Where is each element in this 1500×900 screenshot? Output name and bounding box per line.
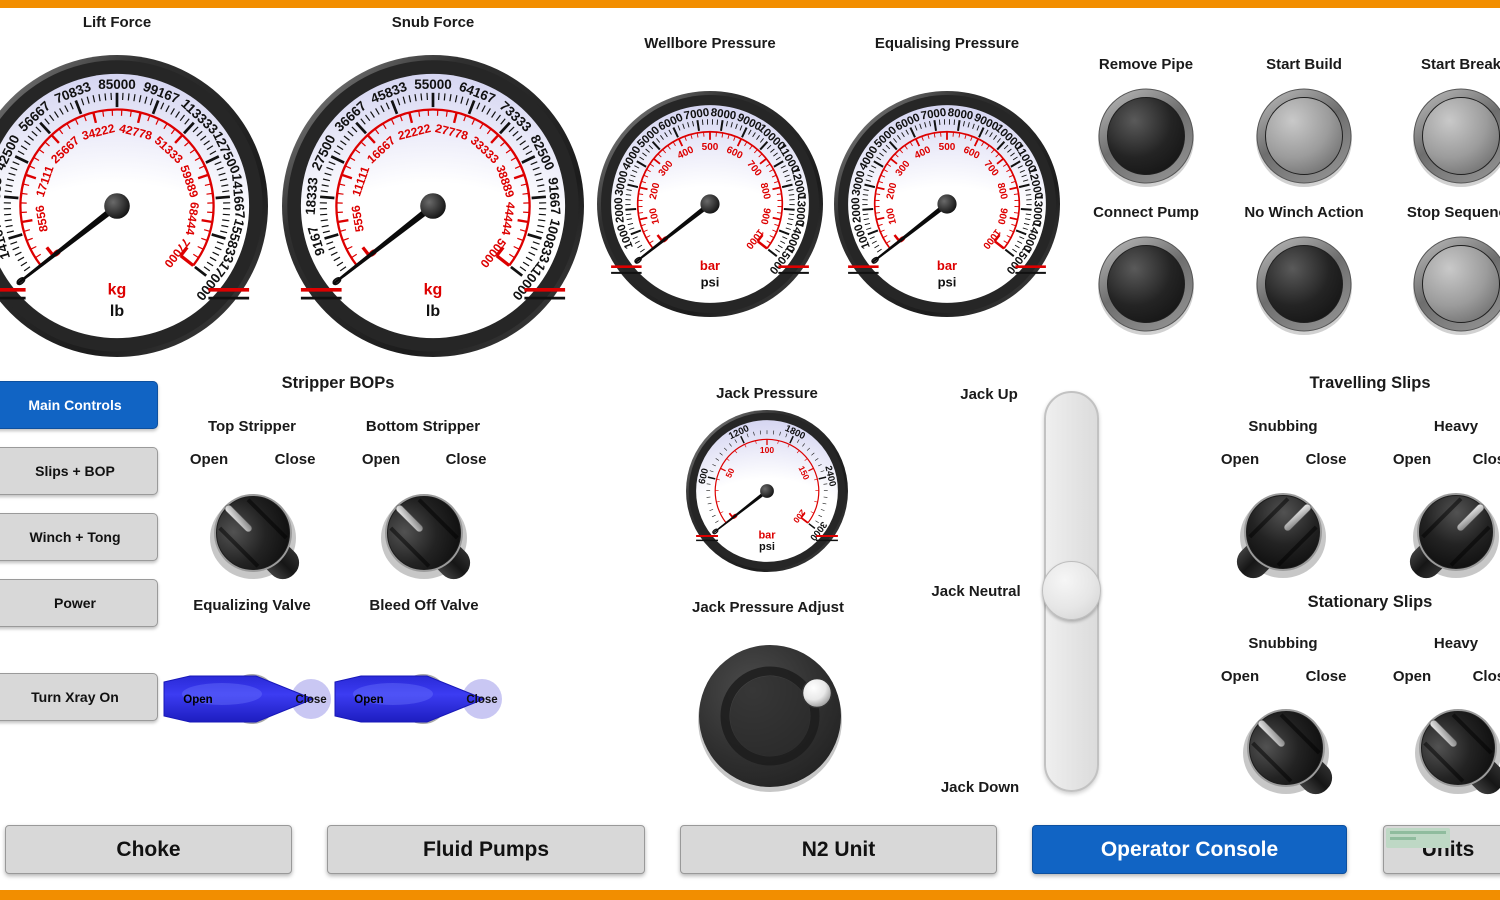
section-title-stripper-bops: Stripper BOPs (282, 374, 395, 393)
pushbutton-label-start-break: Start Break (1421, 56, 1500, 73)
pushbutton-label-remove-pipe: Remove Pipe (1099, 56, 1193, 73)
svg-text:bar: bar (700, 258, 720, 273)
label-jack-up: Jack Up (960, 386, 1018, 403)
gauge-title-wellbore-pressure: Wellbore Pressure (644, 35, 775, 52)
svg-text:91667: 91667 (545, 177, 563, 216)
svg-text:kg: kg (424, 281, 443, 298)
operator-console-screen: Lift Force Snub Force Wellbore Pressure … (0, 0, 1500, 900)
units-badge-indicator (1386, 828, 1450, 848)
knob-travelling-heavy[interactable] (1386, 462, 1500, 607)
sidebar-item-turn-xray-on[interactable]: Turn Xray On (0, 673, 158, 721)
label-equalizing-valve: Equalizing Valve (193, 597, 311, 614)
jack-slider-knob[interactable] (1042, 561, 1101, 620)
sidebar-item-winch-tong[interactable]: Winch + Tong (0, 513, 158, 561)
pushbutton-start-break[interactable] (1409, 84, 1500, 193)
label-bleed-off-valve: Bleed Off Valve (369, 597, 478, 614)
pushbutton-label-stop-sequence: Stop Sequence (1407, 204, 1500, 221)
svg-text:kg: kg (108, 281, 127, 298)
svg-text:500: 500 (939, 142, 956, 153)
svg-text:Open: Open (354, 694, 383, 706)
svg-text:Open: Open (183, 694, 212, 706)
tab-operator-console[interactable]: Operator Console (1032, 825, 1347, 874)
label-stationary-heavy: Heavy (1434, 635, 1478, 652)
gauge-lift-force: 0141672833342500566677083385000991671133… (0, 48, 275, 369)
knob-bottom-stripper[interactable] (354, 463, 494, 608)
pushbutton-connect-pump[interactable] (1094, 232, 1198, 341)
svg-text:psi: psi (759, 541, 775, 553)
svg-text:lb: lb (426, 303, 440, 320)
gauge-title-snub-force: Snub Force (392, 14, 475, 31)
label-bottom-stripper: Bottom Stripper (366, 418, 480, 435)
svg-text:Close: Close (295, 694, 326, 706)
svg-text:bar: bar (758, 529, 776, 541)
pushbutton-label-no-winch-action: No Winch Action (1244, 204, 1363, 221)
pushbutton-start-build[interactable] (1252, 84, 1356, 193)
gauge-title-jack-pressure: Jack Pressure (716, 385, 818, 402)
pushbutton-label-start-build: Start Build (1266, 56, 1342, 73)
gauge-title-equalising-pressure: Equalising Pressure (875, 35, 1019, 52)
svg-text:2000: 2000 (613, 197, 627, 223)
pushbutton-remove-pipe[interactable] (1094, 84, 1198, 193)
label-top-stripper: Top Stripper (208, 418, 296, 435)
bottom-orange-bar (0, 890, 1500, 900)
gauge-jack-pressure: 06001200180024003000050100150200barpsi (679, 403, 855, 584)
knob-stationary-snubbing[interactable] (1216, 678, 1356, 823)
knob-top-stripper[interactable] (183, 463, 323, 608)
top-orange-bar (0, 0, 1500, 8)
tab-choke[interactable]: Choke (5, 825, 292, 874)
gauge-equalising-pressure: 0100020003000400050006000700080009000100… (827, 84, 1067, 329)
svg-text:55000: 55000 (414, 77, 452, 92)
svg-text:Close: Close (466, 694, 497, 706)
lever-bleed-off-valve[interactable]: Open Close (331, 667, 509, 736)
section-title-stationary-slips: Stationary Slips (1308, 593, 1433, 612)
svg-text:500: 500 (702, 142, 719, 153)
label-jack-neutral: Jack Neutral (931, 583, 1020, 600)
pushbutton-label-connect-pump: Connect Pump (1093, 204, 1199, 221)
svg-text:18333: 18333 (303, 176, 321, 215)
label-jack-pressure-adjust: Jack Pressure Adjust (692, 599, 844, 616)
pushbutton-no-winch-action[interactable] (1252, 232, 1356, 341)
tab-n2-unit[interactable]: N2 Unit (680, 825, 997, 874)
jack-pressure-adjust-knob[interactable] (690, 636, 850, 801)
label-travelling-heavy: Heavy (1434, 418, 1478, 435)
sidebar-item-power[interactable]: Power (0, 579, 158, 627)
gauge-wellbore-pressure: 0100020003000400050006000700080009000100… (590, 84, 830, 329)
section-title-travelling-slips: Travelling Slips (1309, 374, 1430, 393)
knob-travelling-snubbing[interactable] (1213, 462, 1353, 607)
gauge-title-lift-force: Lift Force (83, 14, 151, 31)
knob-stationary-heavy[interactable] (1388, 678, 1500, 823)
pushbutton-stop-sequence[interactable] (1409, 232, 1500, 341)
gauge-snub-force: 0916718333275003666745833550006416773333… (275, 48, 591, 369)
lever-equalizing-valve[interactable]: Open Close (160, 667, 338, 736)
sidebar-item-slips-bop[interactable]: Slips + BOP (0, 447, 158, 495)
svg-text:lb: lb (110, 303, 124, 320)
svg-text:85000: 85000 (98, 77, 136, 92)
svg-text:2000: 2000 (850, 197, 864, 223)
label-stationary-snubbing: Snubbing (1248, 635, 1317, 652)
tab-fluid-pumps[interactable]: Fluid Pumps (327, 825, 645, 874)
label-travelling-snubbing: Snubbing (1248, 418, 1317, 435)
svg-text:psi: psi (701, 275, 720, 290)
svg-text:100: 100 (760, 445, 774, 455)
svg-text:psi: psi (938, 275, 957, 290)
label-jack-down: Jack Down (941, 779, 1019, 796)
sidebar-item-main-controls[interactable]: Main Controls (0, 381, 158, 429)
svg-text:bar: bar (937, 258, 957, 273)
